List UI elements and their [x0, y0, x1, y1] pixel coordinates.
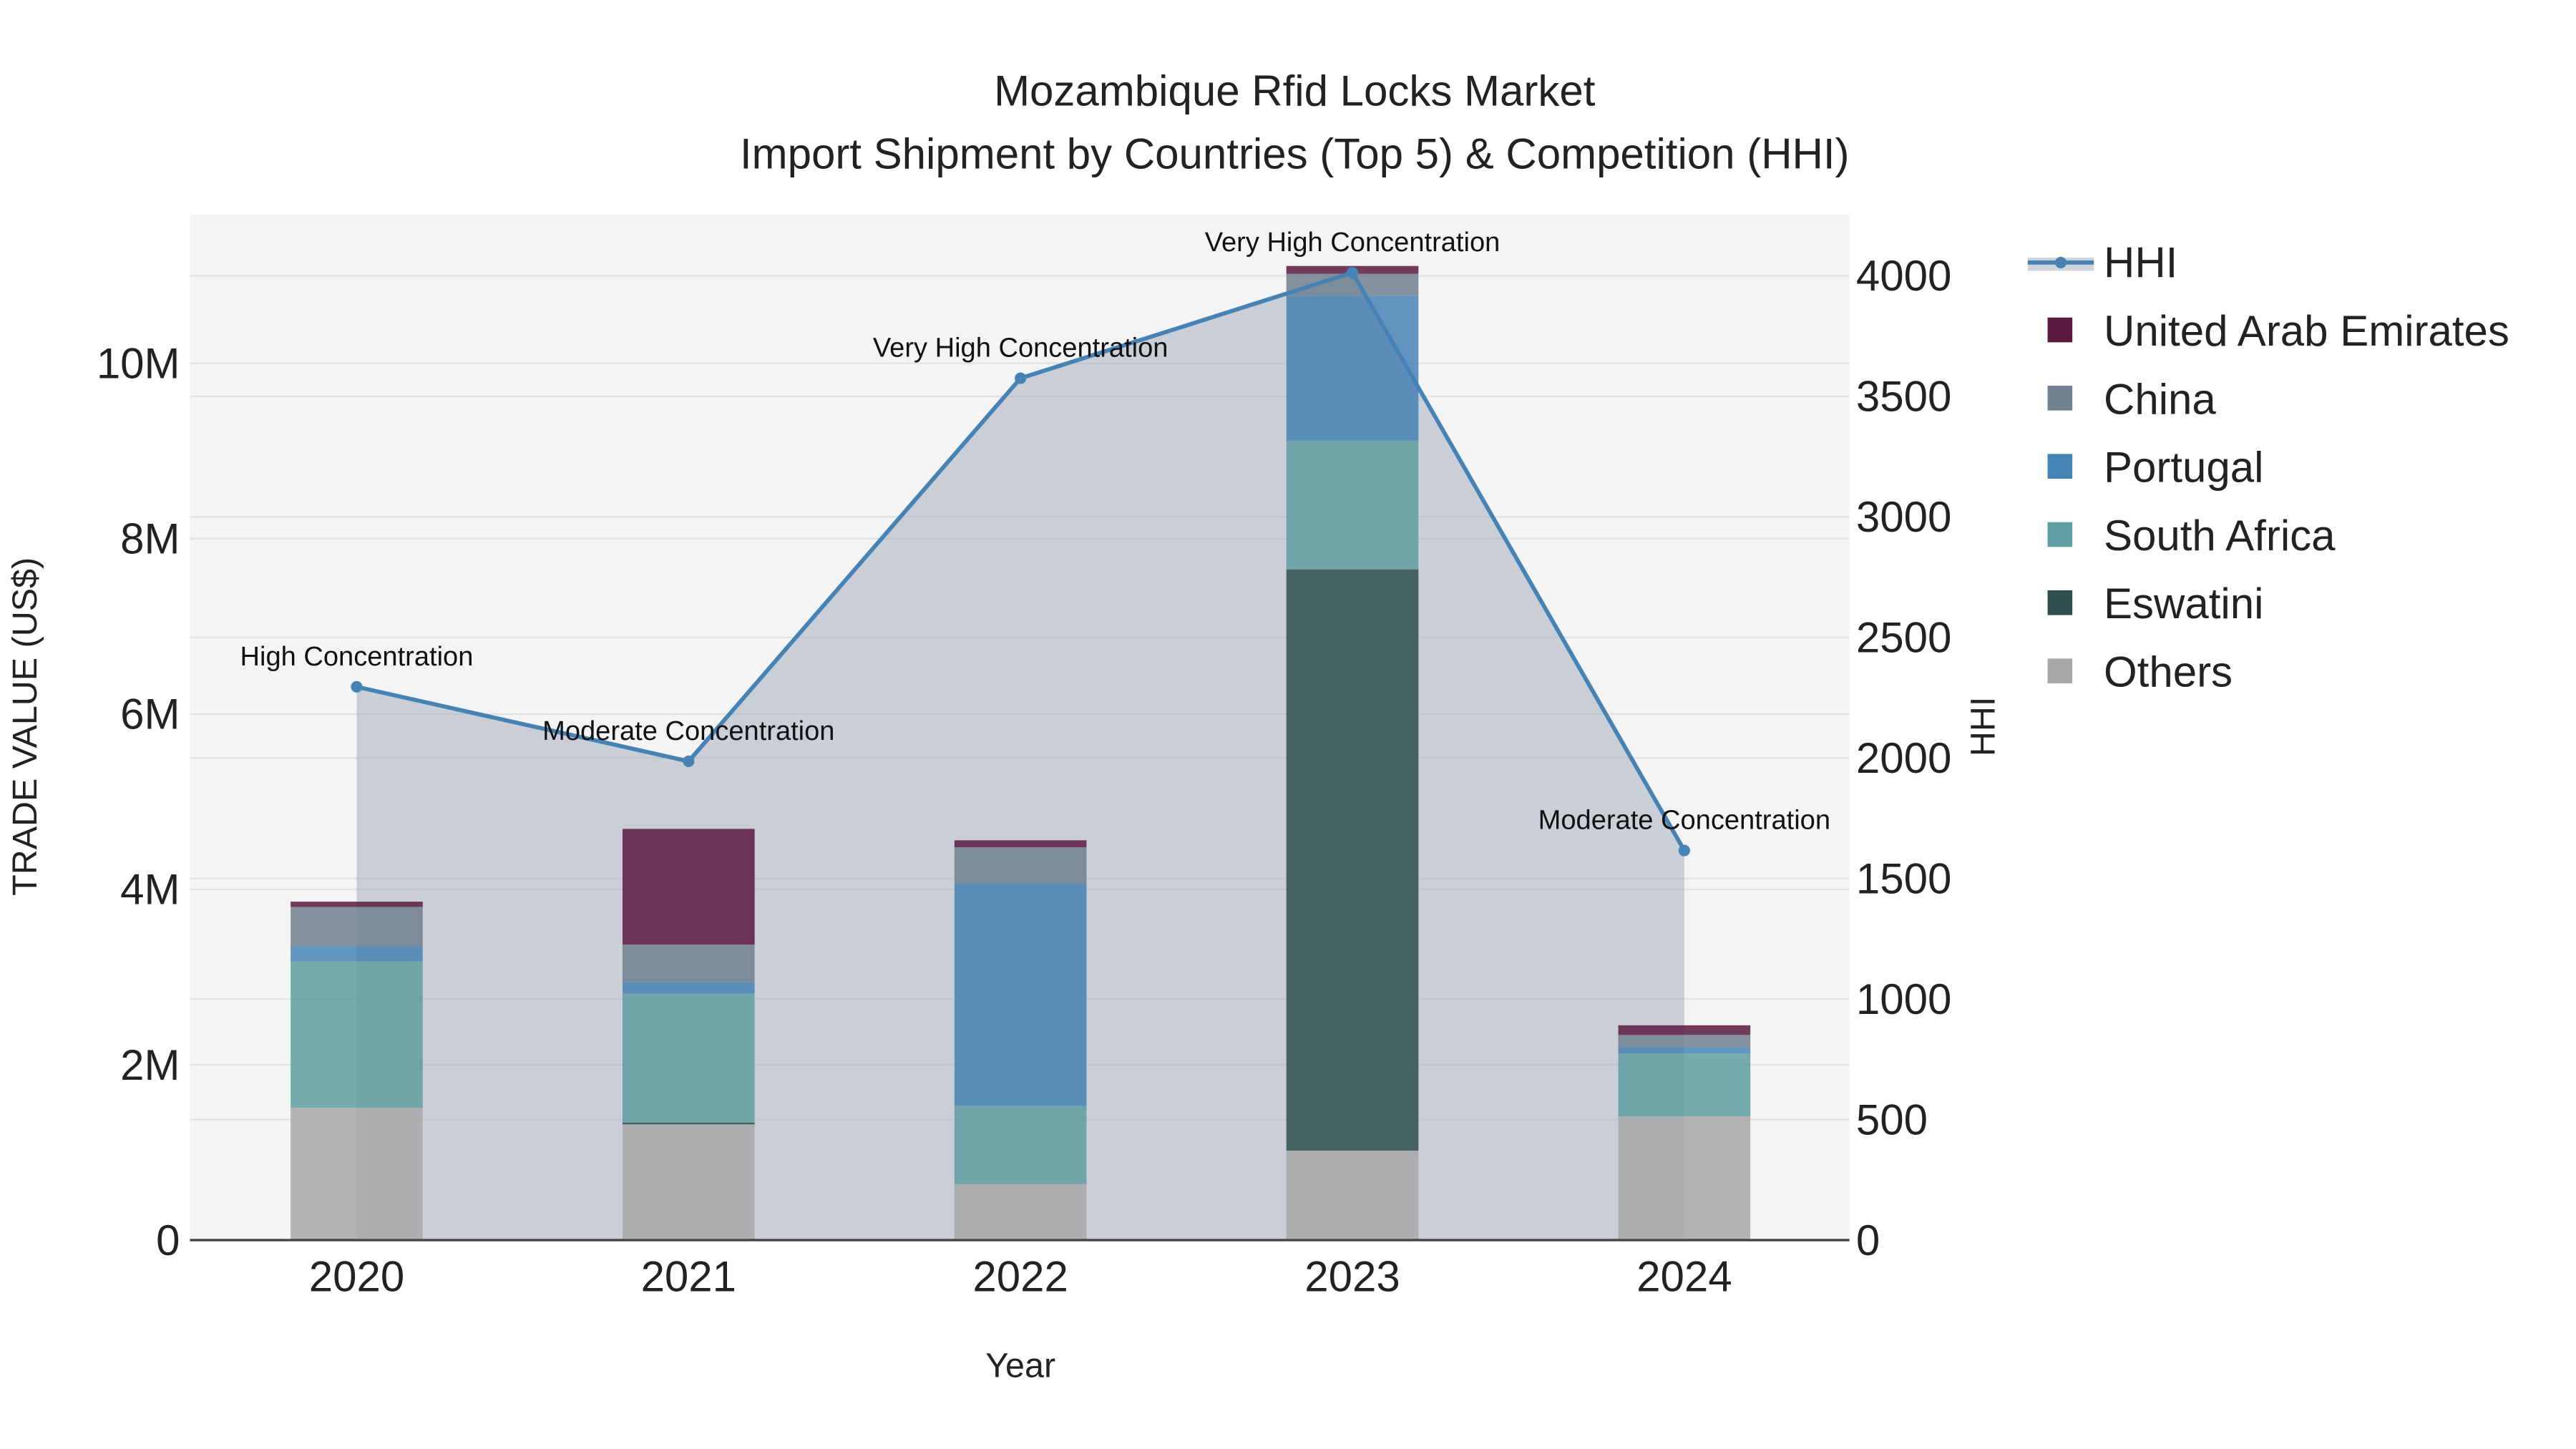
hhi-annotation: Moderate Concentration [1538, 806, 1830, 836]
y2-tick-label: 3000 [1856, 493, 1951, 541]
hhi-annotation: High Concentration [240, 642, 474, 672]
legend-swatch [2047, 454, 2073, 479]
legend-label: South Africa [2104, 512, 2336, 560]
y2-tick-label: 0 [1856, 1216, 1880, 1264]
bar-china [954, 847, 1087, 884]
bar-eswatini [1286, 569, 1419, 1151]
bar-others [1286, 1151, 1419, 1241]
legend-swatch [2047, 522, 2073, 547]
bar-united-arab-emirates [291, 902, 423, 907]
y-tick-label: 0 [156, 1216, 180, 1264]
legend-swatch [2047, 658, 2073, 683]
x-tick-label: 2023 [1304, 1253, 1400, 1301]
bar-china [623, 945, 755, 982]
chart-subtitle: Import Shipment by Countries (Top 5) & C… [740, 130, 1850, 177]
x-tick-label: 2020 [309, 1253, 404, 1301]
y-tick-label: 4M [120, 866, 180, 914]
bar-china [291, 907, 423, 947]
bar-others [954, 1184, 1087, 1241]
legend-label: Portugal [2104, 444, 2263, 492]
bar-south-africa [1286, 440, 1419, 570]
legend-label: United Arab Emirates [2104, 307, 2509, 355]
legend-label: Others [2104, 648, 2233, 696]
x-tick-label: 2021 [641, 1253, 736, 1301]
y2-axis-title: HHI [1964, 697, 2003, 756]
bar-south-africa [623, 993, 755, 1123]
y-tick-label: 2M [120, 1041, 180, 1089]
legend-swatch-hhi-point [2054, 256, 2067, 268]
legend-label: Eswatini [2104, 580, 2263, 628]
hhi-point [1015, 372, 1027, 384]
bar-south-africa [1618, 1053, 1751, 1117]
y2-tick-label: 4000 [1856, 252, 1951, 300]
legend-swatch [2047, 317, 2073, 343]
legend: HHI United Arab Emirates China Portugal Sout… [2027, 239, 2509, 696]
hhi-annotation: Very High Concentration [873, 333, 1169, 364]
bar-portugal [291, 946, 423, 962]
y-axis-title: TRADE VALUE (US$) [6, 557, 44, 896]
y2-tick-label: 3500 [1856, 373, 1951, 421]
bar-others [291, 1108, 423, 1241]
x-tick-label: 2022 [972, 1253, 1068, 1301]
x-tick-label: 2024 [1636, 1253, 1732, 1301]
legend-swatch [2047, 590, 2073, 615]
bar-united-arab-emirates [623, 829, 755, 945]
y2-tick-label: 1500 [1856, 854, 1951, 902]
y-tick-label: 10M [97, 339, 180, 387]
x-axis-title: Year [985, 1347, 1055, 1385]
legend-swatch [2047, 386, 2073, 411]
bar-south-africa [291, 961, 423, 1108]
y2-tick-label: 1000 [1856, 975, 1951, 1023]
hhi-point [351, 680, 363, 693]
hhi-annotation: Moderate Concentration [542, 716, 834, 746]
bar-portugal [1618, 1047, 1751, 1054]
y-tick-label: 8M [120, 515, 180, 563]
chart-title: Mozambique Rfid Locks Market [994, 67, 1596, 115]
hhi-point [683, 755, 695, 768]
bar-eswatini [623, 1122, 755, 1125]
bar-portugal [954, 883, 1087, 1106]
hhi-point [1346, 266, 1359, 279]
legend-label: China [2104, 375, 2216, 423]
y2-tick-label: 500 [1856, 1096, 1928, 1143]
chart: Mozambique Rfid Locks Market Import Ship… [6, 67, 2509, 1385]
bar-china [1618, 1035, 1751, 1048]
hhi-annotation: Very High Concentration [1205, 228, 1501, 258]
legend-label: HHI [2104, 239, 2177, 287]
bar-others [623, 1124, 755, 1241]
bar-united-arab-emirates [954, 840, 1087, 848]
hhi-point [1678, 844, 1690, 857]
bar-others [1618, 1116, 1751, 1241]
bar-united-arab-emirates [1618, 1025, 1751, 1035]
bar-portugal [623, 982, 755, 994]
bar-south-africa [954, 1106, 1087, 1184]
bar-portugal [1286, 296, 1419, 441]
y2-tick-label: 2500 [1856, 614, 1951, 662]
y2-tick-label: 2000 [1856, 734, 1951, 782]
y-tick-label: 6M [120, 691, 180, 738]
